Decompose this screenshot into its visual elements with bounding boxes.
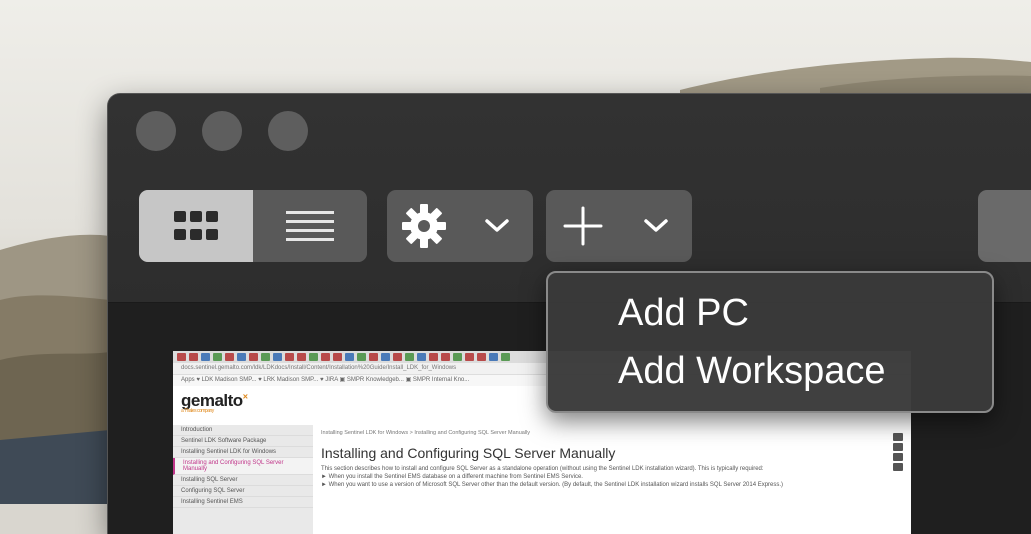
add-dropdown-toggle[interactable] <box>619 190 692 262</box>
plus-icon <box>563 206 602 246</box>
gemalto-logo: gemalto× a Thales company <box>181 391 248 414</box>
settings-dropdown-toggle[interactable] <box>460 190 533 262</box>
sidebar-item: Installing SQL Server <box>173 475 313 486</box>
toolbar-button-right[interactable] <box>978 190 1031 262</box>
sidebar-item: Sentinel LDK Software Package <box>173 436 313 447</box>
doc-main: Installing Sentinel LDK for Windows > In… <box>321 425 897 534</box>
sidebar-item: Installing Sentinel LDK for Windows <box>173 447 313 458</box>
paragraph: This section describes how to install an… <box>321 466 764 472</box>
minimize-window-button[interactable] <box>202 111 242 151</box>
page-title: Installing and Configuring SQL Server Ma… <box>321 445 616 461</box>
paragraph: ► When you want to use a version of Micr… <box>321 482 784 488</box>
list-icon <box>286 211 334 241</box>
sidebar-item: Installing Sentinel EMS <box>173 497 313 508</box>
zoom-window-button[interactable] <box>268 111 308 151</box>
breadcrumb: Installing Sentinel LDK for Windows > In… <box>321 430 531 436</box>
close-window-button[interactable] <box>136 111 176 151</box>
gear-icon <box>401 204 446 248</box>
grid-icon <box>174 211 218 240</box>
menu-item-add-workspace[interactable]: Add Workspace <box>618 349 886 393</box>
menu-item-add-pc[interactable]: Add PC <box>618 291 749 335</box>
view-toggle <box>139 190 367 262</box>
add-button[interactable] <box>546 190 619 262</box>
sidebar-item: Configuring SQL Server <box>173 486 313 497</box>
add-menu-button[interactable] <box>546 190 692 262</box>
sidebar-item-active: Installing and Configuring SQL Server Ma… <box>173 458 313 475</box>
settings-button[interactable] <box>387 190 460 262</box>
paragraph: ► When you install the Sentinel EMS data… <box>321 474 583 480</box>
doc-sidebar: Introduction Sentinel LDK Software Packa… <box>173 425 313 534</box>
chevron-down-icon <box>484 219 509 232</box>
list-view-button[interactable] <box>253 190 367 262</box>
doc-toolbar <box>893 433 903 473</box>
grid-view-button[interactable] <box>139 190 253 262</box>
add-dropdown-menu: Add PC Add Workspace <box>546 271 994 413</box>
sidebar-item: Introduction <box>173 425 313 436</box>
chevron-down-icon <box>643 219 668 232</box>
settings-menu-button[interactable] <box>387 190 533 262</box>
